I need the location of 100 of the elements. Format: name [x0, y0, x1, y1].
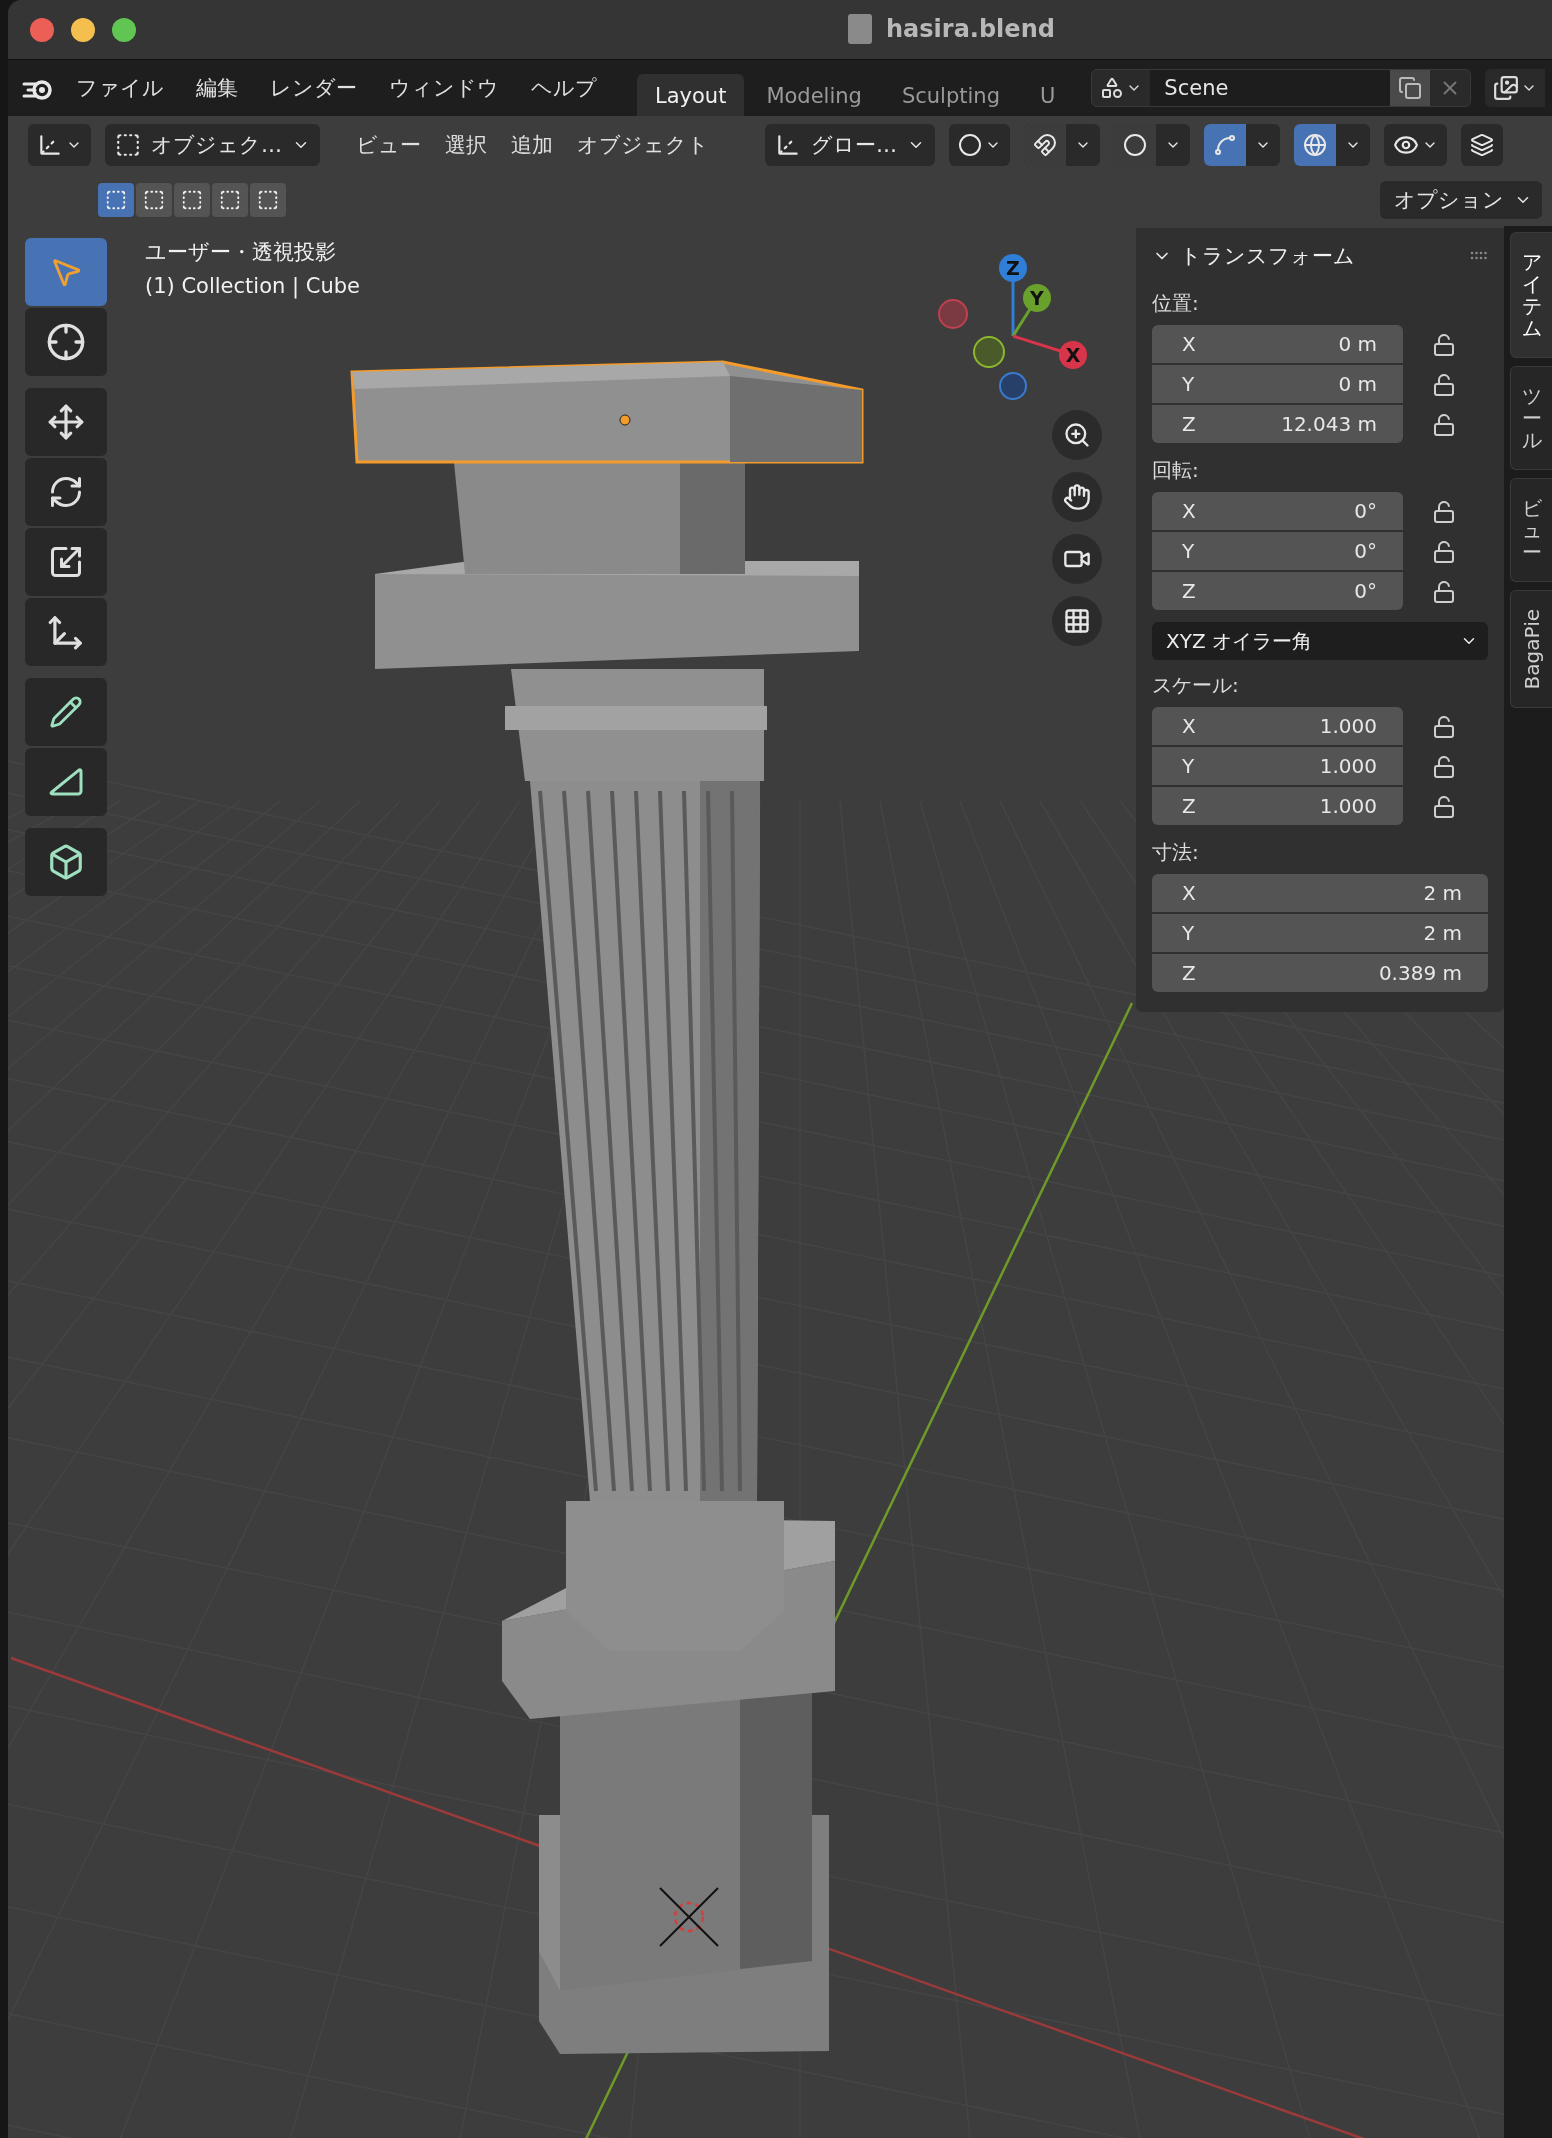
annotate-tool[interactable]	[25, 678, 107, 746]
number-field[interactable]: X 0 m	[1152, 325, 1403, 363]
group-label: 寸法:	[1152, 839, 1200, 866]
curve-icon	[1213, 133, 1237, 157]
dashed-square-icon	[105, 189, 127, 211]
number-field[interactable]: Z 12.043 m	[1152, 405, 1403, 443]
workspace-tab[interactable]: U	[1022, 74, 1074, 116]
menu-item[interactable]: ヘルプ	[515, 74, 613, 102]
zoom-button[interactable]	[112, 17, 136, 42]
number-field[interactable]: Y 2 m	[1152, 914, 1488, 952]
grid-icon	[1063, 607, 1091, 635]
sidebar-tab[interactable]: BagaPie	[1510, 590, 1552, 709]
axis-label: Z	[1006, 257, 1020, 279]
sidebar-tab[interactable]: アイテム	[1510, 232, 1552, 358]
number-field[interactable]: Z 0°	[1152, 572, 1403, 610]
images-icon	[1493, 75, 1520, 101]
menu-item[interactable]: 編集	[180, 74, 254, 102]
header-menu-item[interactable]: 追加	[499, 131, 565, 159]
scale-icon	[48, 544, 84, 580]
scale-tool[interactable]	[25, 528, 107, 596]
group-label: 回転:	[1152, 457, 1200, 484]
workspace-tab[interactable]: Layout	[637, 74, 745, 116]
3d-cursor-icon	[659, 1887, 719, 1947]
axis-label: X	[1065, 344, 1081, 366]
number-field[interactable]: Z 0.389 m	[1152, 954, 1488, 992]
rotate-arrows-icon	[48, 474, 84, 510]
panel-title[interactable]: トランスフォーム	[1180, 242, 1355, 270]
number-field[interactable]: Z 1.000	[1152, 787, 1403, 825]
header-menu-item[interactable]: ビュー	[344, 131, 433, 159]
group-label: 位置:	[1152, 290, 1200, 317]
menu-item[interactable]: ファイル	[60, 74, 180, 102]
selection-mode-button[interactable]	[136, 183, 172, 217]
workspace-tab[interactable]: Sculpting	[883, 74, 1018, 116]
object-info-label: (1) Collection | Cube	[145, 274, 360, 298]
padlock-open-icon	[1431, 795, 1456, 819]
transform-tool[interactable]	[25, 598, 107, 666]
measure-tool[interactable]	[25, 748, 107, 816]
menu-item[interactable]: レンダー	[254, 74, 373, 102]
rotate-tool[interactable]	[25, 458, 107, 526]
transform-icon	[47, 613, 85, 651]
hand-icon	[1063, 483, 1091, 511]
sidebar-tab[interactable]: ツール	[1510, 366, 1552, 470]
layers-icon	[1470, 133, 1494, 157]
padlock-open-icon	[1431, 580, 1456, 604]
axes-icon	[775, 132, 801, 158]
menu-item[interactable]: ウィンドウ	[373, 74, 515, 102]
selection-mode-button[interactable]	[98, 183, 134, 217]
number-field[interactable]: Y 1.000	[1152, 747, 1403, 785]
sidebar-tab[interactable]: ビュー	[1510, 478, 1552, 582]
zoom-icon	[1063, 421, 1091, 449]
navigation-gizmo-drawing[interactable]: X Y Z	[936, 226, 1096, 406]
circle-icon	[1123, 133, 1147, 157]
view-name-label: ユーザー・透視投影	[145, 239, 337, 266]
number-field[interactable]: X 0°	[1152, 492, 1403, 530]
cursor-tool[interactable]	[25, 308, 107, 376]
group-label: スケール:	[1152, 672, 1240, 699]
header-menu-item[interactable]: オブジェクト	[565, 131, 721, 159]
view-layer-button[interactable]	[1485, 69, 1546, 107]
workspace-tab[interactable]: Modeling	[748, 74, 880, 116]
rotation-mode-dropdown[interactable]: XYZ オイラー角	[1152, 622, 1488, 660]
overlay-toggle[interactable]	[1294, 124, 1336, 166]
number-field[interactable]: Y 0 m	[1152, 365, 1403, 403]
file-icon	[848, 14, 872, 44]
axis-label: Y	[1030, 287, 1044, 309]
circle-icon	[958, 133, 982, 157]
move-tool[interactable]	[25, 388, 107, 456]
minimize-button[interactable]	[71, 17, 95, 42]
cube-icon	[47, 843, 85, 881]
padlock-open-icon	[1431, 540, 1456, 564]
selection-mode-button[interactable]	[212, 183, 248, 217]
axes-icon	[37, 132, 63, 158]
add-cube-tool[interactable]	[25, 828, 107, 896]
dashed-square-icon	[219, 189, 241, 211]
padlock-open-icon	[1431, 715, 1456, 739]
magnet-icon	[1033, 133, 1057, 157]
crosshair-icon	[46, 322, 86, 362]
pencil-icon	[49, 695, 83, 729]
globe-icon	[1303, 133, 1327, 157]
padlock-open-icon	[1431, 333, 1456, 357]
number-field[interactable]: X 1.000	[1152, 707, 1403, 745]
dashed-square-icon	[143, 189, 165, 211]
padlock-open-icon	[1431, 500, 1456, 524]
orientation-dropdown[interactable]: グロー…	[765, 124, 935, 166]
selection-mode-button[interactable]	[174, 183, 210, 217]
dashed-square-icon	[181, 189, 203, 211]
padlock-open-icon	[1431, 413, 1456, 437]
gizmo-toggle[interactable]	[1204, 124, 1246, 166]
number-field[interactable]: X 2 m	[1152, 874, 1488, 912]
move-arrows-icon	[47, 403, 85, 441]
square-icon	[115, 132, 141, 158]
grip-icon[interactable]	[1470, 251, 1488, 261]
padlock-open-icon	[1431, 373, 1456, 397]
header-menu-item[interactable]: 選択	[433, 131, 499, 159]
selection-mode-button[interactable]	[250, 183, 286, 217]
padlock-open-icon	[1431, 755, 1456, 779]
dashed-square-icon	[257, 189, 279, 211]
close-button[interactable]	[30, 17, 54, 42]
options-dropdown[interactable]: オプション	[1380, 181, 1542, 219]
mode-dropdown[interactable]: オブジェク…	[105, 124, 320, 166]
number-field[interactable]: Y 0°	[1152, 532, 1403, 570]
